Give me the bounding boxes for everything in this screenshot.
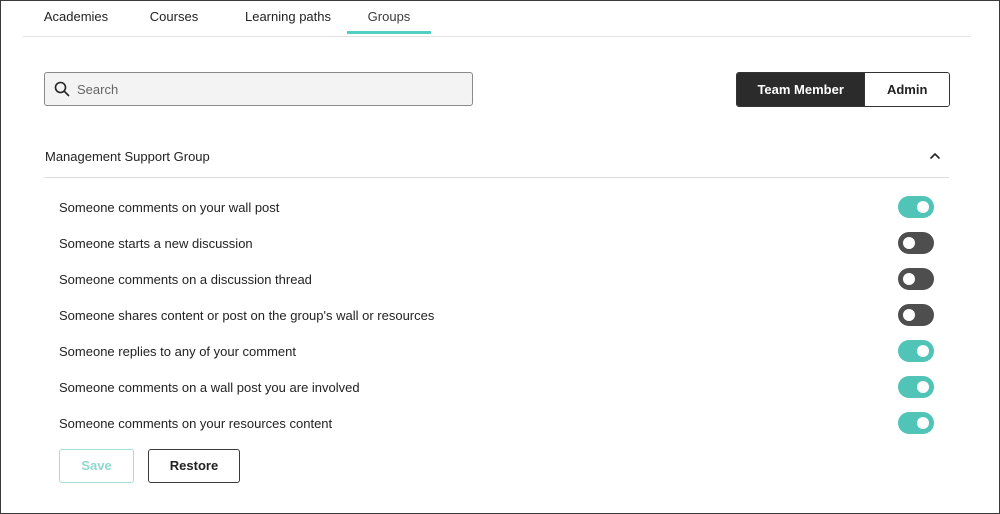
toggle-knob [903,237,915,249]
search-input[interactable] [77,73,457,105]
tab-academies[interactable]: Academies [23,0,129,33]
restore-button[interactable]: Restore [148,449,240,483]
list-item: Someone comments on a wall post you are … [59,369,939,405]
group-title: Management Support Group [45,149,210,164]
notification-toggle[interactable] [898,232,934,254]
team-member-button[interactable]: Team Member [737,73,865,106]
search-box [44,72,473,106]
notification-label: Someone comments on your resources conte… [59,416,333,431]
search-icon [54,81,70,97]
notification-toggle[interactable] [898,340,934,362]
toggle-knob [917,201,929,213]
notification-toggle[interactable] [898,412,934,434]
notification-label: Someone comments on a wall post you are … [59,380,360,395]
group-accordion-header[interactable]: Management Support Group [44,137,949,178]
role-switch: Team Member Admin [736,72,950,107]
list-item: Someone starts a new discussion [59,225,939,261]
admin-button[interactable]: Admin [864,73,949,106]
notification-label: Someone starts a new discussion [59,236,253,251]
settings-panel: Academies Courses Learning paths Groups … [0,0,1000,514]
notification-list: Someone comments on your wall post Someo… [59,189,939,441]
list-item: Someone comments on a discussion thread [59,261,939,297]
tab-bar: Academies Courses Learning paths Groups [23,1,971,37]
notification-label: Someone replies to any of your comment [59,344,297,359]
notification-toggle[interactable] [898,304,934,326]
chevron-up-icon[interactable] [929,151,941,161]
toggle-knob [903,273,915,285]
notification-toggle[interactable] [898,268,934,290]
list-item: Someone comments on your wall post [59,189,939,225]
list-item: Someone replies to any of your comment [59,333,939,369]
notification-label: Someone shares content or post on the gr… [59,308,435,323]
notification-label: Someone comments on your wall post [59,200,280,215]
toggle-knob [917,345,929,357]
tab-learning-paths[interactable]: Learning paths [229,0,347,33]
toggle-knob [917,417,929,429]
list-item: Someone shares content or post on the gr… [59,297,939,333]
notification-label: Someone comments on a discussion thread [59,272,312,287]
list-item: Someone comments on your resources conte… [59,405,939,441]
tab-groups[interactable]: Groups [347,0,431,34]
toggle-knob [903,309,915,321]
notification-toggle[interactable] [898,196,934,218]
tab-courses[interactable]: Courses [133,0,215,33]
toggle-knob [917,381,929,393]
notification-toggle[interactable] [898,376,934,398]
save-button[interactable]: Save [59,449,134,483]
